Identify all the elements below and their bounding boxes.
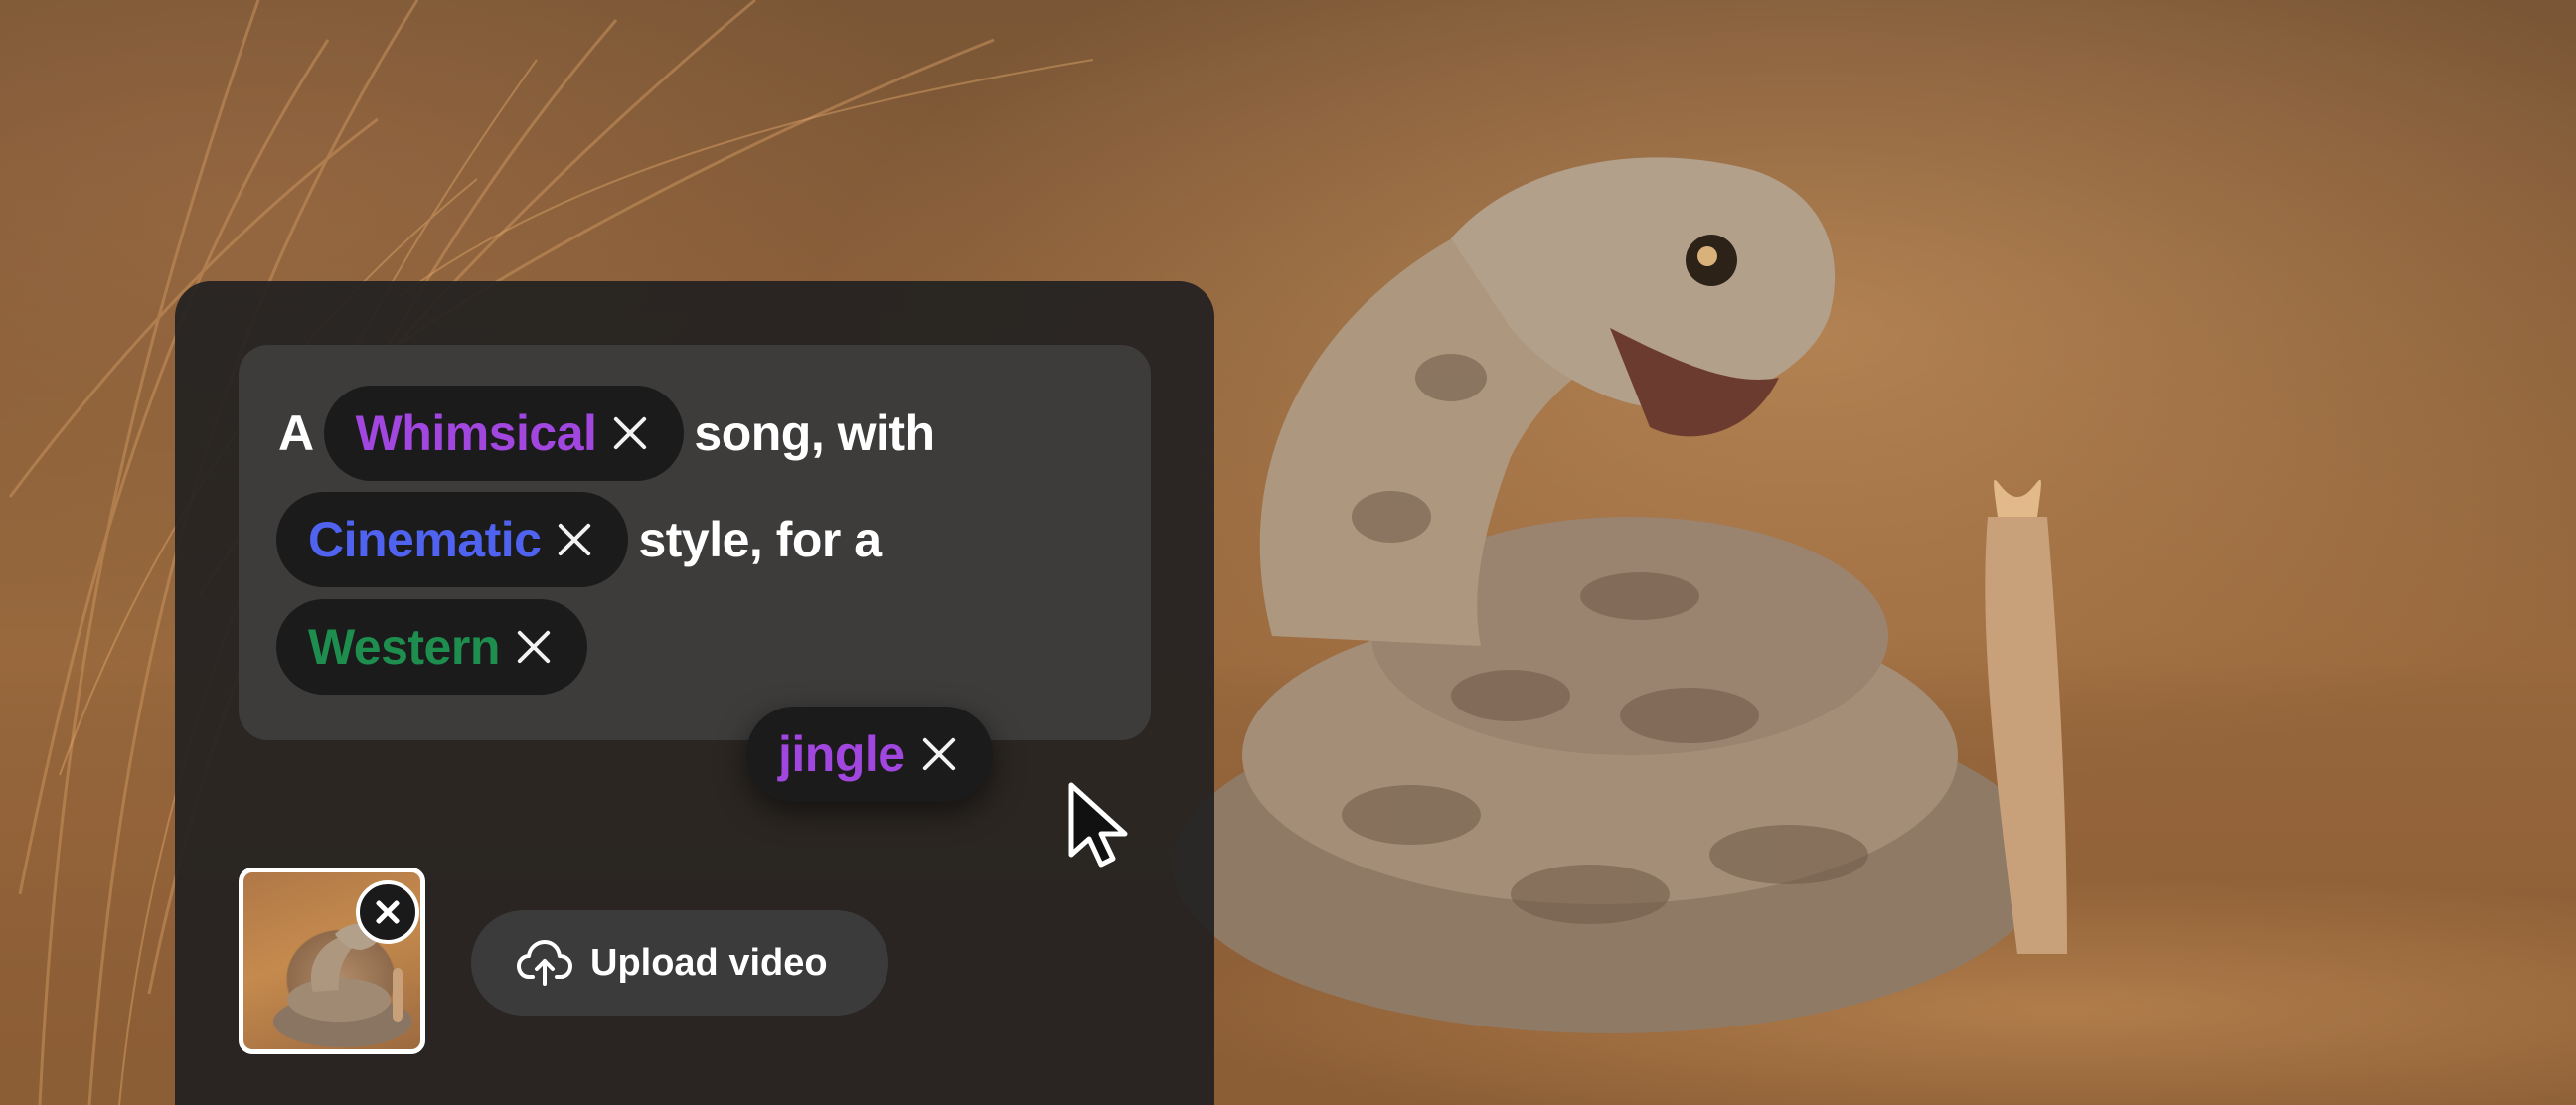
- prompt-text-style-for-a: style, for a: [638, 512, 882, 567]
- prompt-panel: A Whimsical song, with Cinematic style, …: [175, 281, 1214, 1105]
- chip-jingle-close-icon[interactable]: [919, 734, 959, 774]
- chip-whimsical[interactable]: Whimsical: [323, 386, 685, 481]
- prompt-line-2: Cinematic style, for a: [276, 491, 882, 588]
- chip-cinematic-label: Cinematic: [308, 512, 542, 567]
- chip-whimsical-close-icon[interactable]: [610, 413, 650, 453]
- chip-cinematic-close-icon[interactable]: [555, 520, 594, 559]
- prompt-word-a: A: [278, 405, 314, 461]
- cloud-upload-icon: [517, 940, 572, 986]
- mouse-pointer-icon: [1068, 782, 1128, 868]
- close-icon: [375, 899, 401, 925]
- chip-western-close-icon[interactable]: [514, 627, 554, 667]
- chip-whimsical-label: Whimsical: [355, 405, 597, 461]
- upload-video-button[interactable]: Upload video: [471, 910, 888, 1016]
- chip-jingle-dragging[interactable]: jingle: [746, 707, 993, 802]
- prompt-line-3: Western: [276, 598, 587, 696]
- upload-video-label: Upload video: [590, 941, 828, 984]
- thumbnail-remove-button[interactable]: [356, 880, 419, 944]
- chip-western[interactable]: Western: [276, 599, 587, 695]
- chip-jingle-label: jingle: [778, 726, 905, 782]
- prompt-text-song-with: song, with: [694, 405, 935, 461]
- chip-cinematic[interactable]: Cinematic: [276, 492, 629, 587]
- chip-western-label: Western: [308, 619, 500, 675]
- prompt-box[interactable]: A Whimsical song, with Cinematic style, …: [239, 345, 1151, 740]
- prompt-line-1: A Whimsical song, with: [278, 385, 935, 482]
